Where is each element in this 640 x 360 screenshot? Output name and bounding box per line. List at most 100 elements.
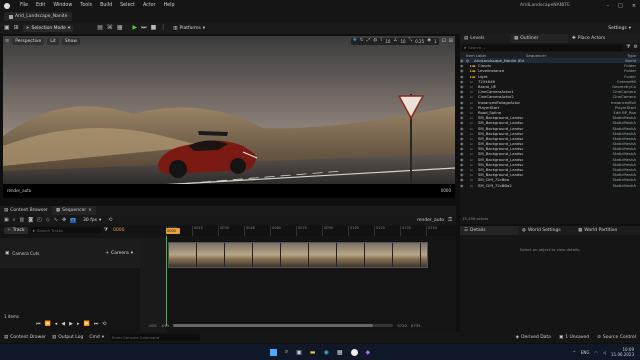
outliner-row[interactable]: ◉ ▫ SM_Cliff_72cBBa2 StaticMeshA xyxy=(460,183,640,188)
hamburger-icon[interactable]: ≡ xyxy=(5,39,9,44)
close-button[interactable]: × xyxy=(632,3,636,9)
save-icon[interactable]: ▣ xyxy=(4,25,10,31)
next-key-icon[interactable]: ⏩ xyxy=(84,321,90,327)
range-scrollbar-thumb[interactable] xyxy=(173,323,374,327)
camera-icon[interactable]: ◙ xyxy=(28,217,33,223)
source-control-button[interactable]: ⊘ Source Control xyxy=(597,335,636,340)
lock-icon[interactable]: ⚿ xyxy=(448,217,456,223)
close-tab-icon[interactable]: × xyxy=(88,208,92,213)
settings-dropdown[interactable]: Settings ▾ xyxy=(605,25,634,32)
search-seq-icon[interactable]: ⌕ xyxy=(13,217,16,223)
add-camera-button[interactable]: + Camera ▾ xyxy=(102,250,136,257)
platforms-dropdown[interactable]: ▥ Platforms ▾ xyxy=(170,25,208,32)
range-end[interactable]: 0720 xyxy=(397,323,407,328)
transform-icon[interactable]: ✥ xyxy=(62,217,66,223)
fps-dropdown[interactable]: 30 fps ▾ xyxy=(80,217,104,224)
next-frame-icon[interactable]: ▸ xyxy=(77,321,80,327)
camera-cut-clip[interactable] xyxy=(168,242,428,268)
content-drawer-button[interactable]: ▤ Content Drawer xyxy=(4,335,46,340)
outliner-settings-icon[interactable]: ⚙ xyxy=(634,45,638,50)
language-indicator[interactable]: ENG xyxy=(581,350,590,355)
show-button[interactable]: Show xyxy=(61,38,80,45)
key-icon[interactable]: ◇ xyxy=(46,217,50,223)
loop-playback-icon[interactable]: ⟲ xyxy=(102,321,106,327)
move-tool-icon[interactable]: ✥ xyxy=(353,39,357,44)
maximize-viewport-icon[interactable]: ⊡ xyxy=(442,39,446,44)
step-icon[interactable]: ⏭ xyxy=(141,25,146,31)
more-options-icon[interactable]: ⋮ xyxy=(160,25,166,31)
minimize-button[interactable]: – xyxy=(607,3,610,9)
browser-icon[interactable]: ◉ xyxy=(324,349,329,356)
prev-frame-icon[interactable]: ◂ xyxy=(55,321,58,327)
camera-speed-icon[interactable]: ◉ xyxy=(427,39,431,44)
film-icon[interactable]: ▥ xyxy=(20,217,25,223)
go-end-icon[interactable]: ⏭ xyxy=(94,321,99,327)
tab-outliner[interactable]: ▦ Outliner xyxy=(510,34,568,43)
camera-cuts-track[interactable]: ▣ Camera Cuts + Camera ▾ xyxy=(0,238,140,268)
cam-speed-value[interactable]: 1 xyxy=(434,39,437,44)
unsaved-button[interactable]: ▣ 1 Unsaved xyxy=(559,335,589,340)
store-icon[interactable]: ▦ xyxy=(337,349,343,356)
tab-world-partition[interactable]: ▦ World Partition xyxy=(574,226,621,235)
menu-build[interactable]: Build xyxy=(100,3,112,8)
add-track-button[interactable]: + Track xyxy=(4,226,28,234)
blueprint-icon[interactable]: ⌘ xyxy=(107,25,113,31)
col-type[interactable]: Type xyxy=(627,53,640,58)
app-icon[interactable]: ◆ xyxy=(366,349,371,356)
track-search-input[interactable]: ⌕ Search Tracks xyxy=(30,227,101,233)
file-explorer-icon[interactable]: ▬ xyxy=(310,349,316,356)
col-sequencer[interactable]: Sequencer xyxy=(526,53,576,58)
tab-place-actors[interactable]: ✚ Place Actors xyxy=(568,34,609,43)
range-scrollbar[interactable] xyxy=(173,323,394,327)
menu-help[interactable]: Help xyxy=(164,3,175,8)
filter-icon[interactable]: ⧩ xyxy=(626,45,630,50)
volume-icon[interactable]: ◁ xyxy=(603,350,606,355)
menu-select[interactable]: Select xyxy=(120,3,135,8)
menu-file[interactable]: File xyxy=(20,3,28,8)
go-start-icon[interactable]: ⏮ xyxy=(36,321,41,327)
angle-icon[interactable]: ∠ xyxy=(393,39,397,44)
playhead[interactable]: 0000 xyxy=(166,228,180,234)
surface-snap-icon[interactable]: ⌇ xyxy=(380,39,382,44)
level-viewport[interactable]: ≡ Perspective Lit Show ✥ ↻ ⤢ ◍ ⌇ 10 ∠ 10… xyxy=(3,36,455,198)
perspective-button[interactable]: Perspective xyxy=(12,38,45,45)
rotate-tool-icon[interactable]: ↻ xyxy=(360,39,364,44)
snap-icon[interactable]: ⊓ xyxy=(70,217,77,223)
selection-mode-dropdown[interactable]: ➤ Selection Mode ▾ xyxy=(22,24,74,32)
track-filter-icon[interactable]: ⧩ xyxy=(104,227,108,233)
cinematics-icon[interactable]: ▦ xyxy=(117,25,123,31)
lit-button[interactable]: Lit xyxy=(47,38,59,45)
tab-world-settings[interactable]: ◍ World Settings xyxy=(518,226,574,235)
menu-tools[interactable]: Tools xyxy=(80,3,92,8)
windows-start-icon[interactable] xyxy=(269,348,277,356)
loop-icon[interactable]: ⟲ xyxy=(108,217,112,223)
wifi-icon[interactable]: ◠ xyxy=(595,350,599,355)
col-item-label[interactable]: Item Label xyxy=(466,53,526,58)
task-view-icon[interactable]: ▣ xyxy=(296,349,302,356)
scale-snap-icon[interactable]: ⤡ xyxy=(409,39,413,44)
range-start[interactable]: -015 xyxy=(148,323,157,328)
menu-edit[interactable]: Edit xyxy=(36,3,45,8)
tab-content-browser[interactable]: ▤ Content Browser xyxy=(0,206,52,215)
world-icon[interactable]: ◍ xyxy=(373,39,377,44)
layout-icon[interactable]: ⊞ xyxy=(449,39,453,44)
grid-icon[interactable]: ⊞ xyxy=(14,25,19,31)
level-tab[interactable]: Arid_Landscape_Nanite xyxy=(4,12,73,21)
outliner-search-input[interactable]: ⌕ Search... xyxy=(462,44,624,51)
rot-snap-value[interactable]: 10 xyxy=(401,39,406,44)
stop-icon[interactable]: ■ xyxy=(151,25,157,31)
prev-key-icon[interactable]: ⏪ xyxy=(45,321,51,327)
save-sequence-icon[interactable]: ▣ xyxy=(4,217,9,223)
range-end-2[interactable]: 0735 xyxy=(411,323,421,328)
tray-chevron-icon[interactable]: ^ xyxy=(573,350,576,355)
tab-levels[interactable]: ▤ Levels xyxy=(460,34,510,43)
range-start-2[interactable]: -015 xyxy=(161,323,170,328)
clock[interactable]: 10:09 11.06.2023 xyxy=(611,347,634,357)
current-frame[interactable]: 0000 xyxy=(113,228,124,233)
scale-snap-value[interactable]: 0.25 xyxy=(415,39,424,44)
visibility-eye-icon[interactable]: ◉ xyxy=(460,183,466,188)
tab-details[interactable]: ☰ Details xyxy=(460,226,518,235)
tab-sequencer[interactable]: ▦ Sequencer × xyxy=(51,206,96,215)
grid-snap-value[interactable]: 10 xyxy=(385,39,390,44)
derived-data-button[interactable]: ◈ Derived Data xyxy=(516,335,551,340)
